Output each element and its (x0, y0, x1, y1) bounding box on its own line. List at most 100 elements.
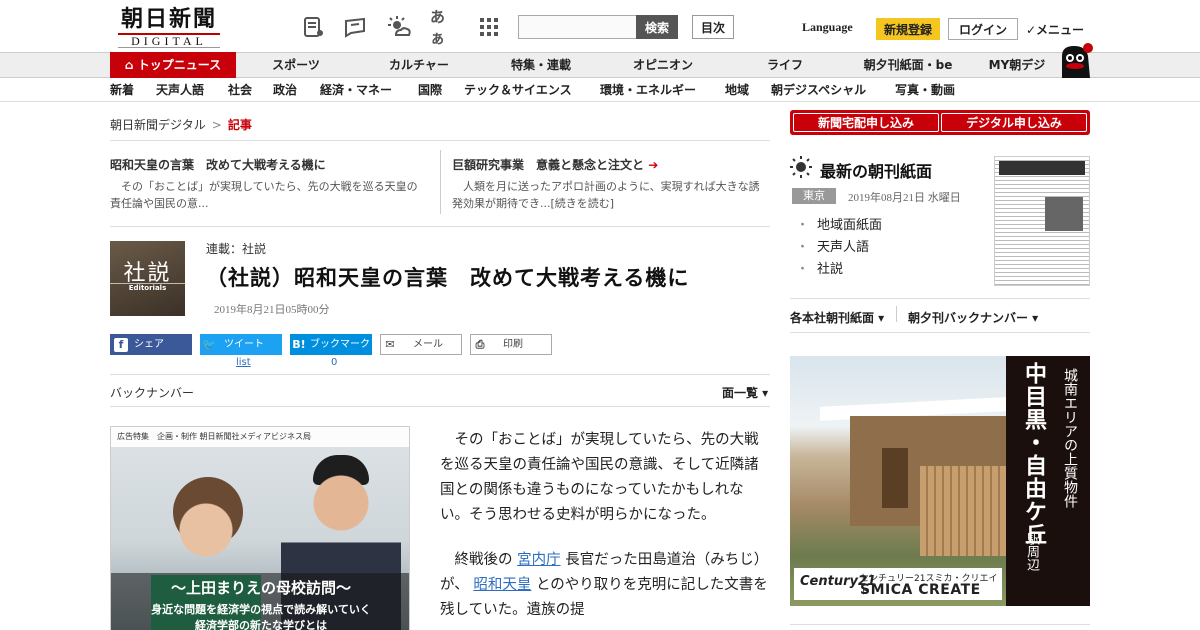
newspaper-thumbnail[interactable] (994, 156, 1090, 286)
ad-title: 〜上田まりえの母校訪問〜 (170, 579, 351, 597)
arrow-right-icon: ➔ (648, 158, 659, 172)
hatena-count[interactable]: 0 (331, 357, 337, 368)
ad-brand-bar: Century21 センチュリー21スミカ・クリエイト SMICA CREATE (794, 568, 1002, 600)
breadcrumb-home[interactable]: 朝日新聞デジタル (110, 118, 206, 132)
page-list-dropdown[interactable]: 面一覧 ▾ (722, 384, 768, 401)
nav2-special[interactable]: 朝デジスペシャル (771, 78, 866, 102)
toc-button[interactable]: 目次 (692, 15, 734, 39)
editorial-badge: 社説 Editorials (110, 241, 185, 316)
search-button[interactable]: 検索 (636, 15, 678, 39)
thumb-photo (1045, 197, 1083, 231)
font-size-icon[interactable]: あぁ (430, 8, 456, 47)
nav2-society[interactable]: 社会 (228, 78, 252, 102)
printer-icon: ⎙ (475, 338, 485, 351)
breadcrumb: 朝日新聞デジタル > 記事 (110, 116, 252, 133)
nav-papers[interactable]: 朝夕刊紙面・be (856, 53, 960, 77)
divider (790, 624, 1090, 625)
related-body-1: その「おことば」が実現していたら、先の大戦を巡る天皇の責任論や国民の意... (110, 180, 418, 210)
hatena-bookmark-button[interactable]: B! ブックマーク (290, 334, 372, 355)
nav2-tech[interactable]: テック＆サイエンス (464, 78, 572, 102)
related-title-1[interactable]: 昭和天皇の言葉 改めて大戦考える機に (110, 156, 326, 173)
regional-papers-dropdown[interactable]: 各本社朝刊紙面 ▾ (790, 309, 884, 326)
divider (110, 374, 770, 375)
twitter-count[interactable]: list (236, 357, 251, 368)
region-badge: 東京 (792, 188, 836, 204)
news-list-icon[interactable] (300, 14, 326, 40)
sub-nav: 新着 天声人語 社会 政治 経済・マネー 国際 テック＆サイエンス 環境・エネル… (0, 78, 1200, 102)
text: 終戦後の (454, 552, 513, 568)
divider (790, 332, 1090, 333)
grid-icon[interactable] (476, 14, 502, 40)
link-label: 地域面紙面 (817, 218, 883, 233)
message-icon[interactable] (342, 14, 368, 40)
twitter-icon: 🐦 (202, 338, 216, 351)
search-input[interactable] (518, 15, 638, 39)
main-nav: ⌂ トップニュース スポーツ カルチャー 特集・連載 オピニオン ライフ 朝夕刊… (0, 52, 1200, 78)
digital-subscribe-button[interactable]: デジタル申し込み (941, 113, 1087, 132)
divider (110, 406, 770, 407)
nav-my-asadigi[interactable]: MY朝デジ (982, 53, 1052, 77)
register-button[interactable]: 新規登録 (876, 18, 940, 40)
facebook-label: シェア (134, 339, 164, 350)
article-paragraph: その「おことば」が実現していたら、先の大戦を巡る天皇の責任論や国民の意識、そして… (440, 432, 759, 523)
nav2-new[interactable]: 新着 (110, 78, 134, 102)
nav2-tenseijingo[interactable]: 天声人語 (156, 78, 204, 102)
menu-button[interactable]: ✓メニュー (1026, 21, 1084, 38)
breadcrumb-current: 記事 (227, 118, 252, 132)
article-paragraph: 終戦後の 宮内庁 長官だった田島道治（みちじ）が、 昭和天皇 とのやり取りを克明… (440, 548, 772, 623)
backnumber-dropdown[interactable]: 朝夕刊バックナンバー ▾ (908, 309, 1038, 326)
ad-copy-line: 駅周辺 (1024, 532, 1039, 571)
ad-copy-headline: 中目黒・自由ケ丘 (1021, 362, 1047, 546)
nav-label: トップニュース (137, 58, 222, 72)
print-label: 印刷 (503, 339, 523, 350)
sponsored-ad[interactable]: 広告特集 企画・制作 朝日新聞社メディアビジネス局 〜上田まりえの母校訪問〜 身… (110, 426, 410, 630)
house-door (882, 448, 908, 508)
house-fence (920, 466, 1006, 556)
nav-culture[interactable]: カルチャー (378, 53, 460, 77)
real-estate-ad[interactable]: Century21 センチュリー21スミカ・クリエイト SMICA CREATE… (790, 356, 1090, 606)
keyword-link[interactable]: 宮内庁 (517, 552, 561, 568)
mail-button[interactable]: ✉ メール (380, 334, 462, 355)
paper-date: 2019年08月21日 水曜日 (848, 192, 961, 204)
print-button[interactable]: ⎙ 印刷 (470, 334, 552, 355)
related-title-2[interactable]: 巨額研究事業 意義と懸念と注文と ➔ (452, 156, 658, 173)
mail-icon: ✉ (385, 338, 395, 351)
divider (440, 150, 441, 214)
ad-line2: 経済学部の新たな学びとは (195, 619, 327, 630)
publish-date: 2019年8月21日05時00分 (214, 304, 330, 316)
hatena-label: ブックマーク (310, 339, 370, 350)
nav-opinion[interactable]: オピニオン (622, 53, 704, 77)
nav-sports[interactable]: スポーツ (258, 53, 334, 77)
logo-en: DIGITAL (118, 33, 220, 48)
nav2-environment[interactable]: 環境・エネルギー (600, 78, 696, 102)
related-title-2-text: 巨額研究事業 意義と懸念と注文と (452, 158, 645, 172)
facebook-share-button[interactable]: f シェア (110, 334, 192, 355)
language-link[interactable]: Language (802, 20, 853, 35)
link-regional-page[interactable]: ・地域面紙面 (796, 214, 882, 233)
nav2-photo-video[interactable]: 写真・動画 (895, 78, 955, 102)
site-logo[interactable]: 朝日新聞 DIGITAL (110, 6, 228, 48)
mascot-icon[interactable] (1056, 42, 1094, 78)
paper-subscribe-button[interactable]: 新聞宅配申し込み (793, 113, 939, 132)
twitter-share-button[interactable]: 🐦 ツイート (200, 334, 282, 355)
login-button[interactable]: ログイン (948, 18, 1018, 40)
nav2-politics[interactable]: 政治 (273, 78, 297, 102)
latest-paper-title[interactable]: 最新の朝刊紙面 (820, 158, 932, 182)
mail-label: メール (413, 339, 443, 350)
related-body-2: 人類を月に送ったアポロ計画のように、実現すれば大きな誘発効果が期待でき...[続… (452, 180, 760, 210)
link-tenseijingo[interactable]: ・天声人語 (796, 236, 869, 255)
series-label[interactable]: 連載：社説 (206, 240, 266, 257)
nav2-economy[interactable]: 経済・マネー (320, 78, 392, 102)
ad-caption: 〜上田まりえの母校訪問〜 身近な問題を経済学の視点で読み解いていく 経済学部の新… (111, 573, 409, 630)
nav-features[interactable]: 特集・連載 (500, 53, 582, 77)
nav-top-news[interactable]: ⌂ トップニュース (110, 52, 236, 78)
backnumber-label[interactable]: バックナンバー (110, 384, 194, 401)
nav-life[interactable]: ライフ (750, 53, 820, 77)
keyword-link[interactable]: 昭和天皇 (473, 577, 531, 593)
nav2-international[interactable]: 国際 (418, 78, 442, 102)
brand-name: SMICA CREATE (860, 582, 981, 598)
weather-icon[interactable] (386, 14, 412, 40)
link-editorial[interactable]: ・社説 (796, 258, 843, 277)
badge-en: Editorials (110, 283, 185, 292)
nav2-region[interactable]: 地域 (725, 78, 749, 102)
